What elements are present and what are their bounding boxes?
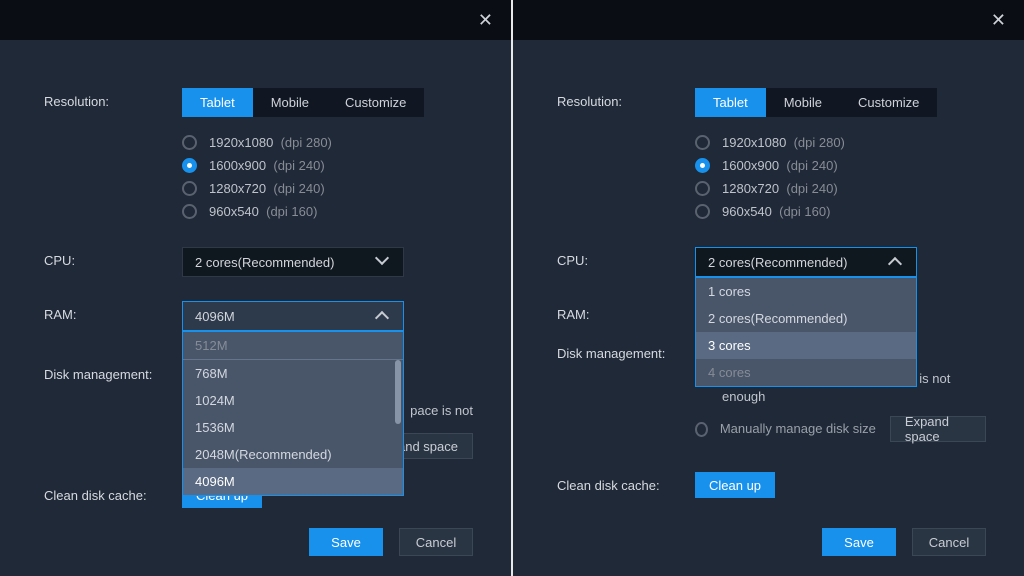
resolution-option[interactable]: 1600x900 (dpi 240) (695, 158, 986, 173)
settings-panel-left: ✕ Resolution: Tablet Mobile Customize 19… (0, 0, 511, 576)
dropdown-option[interactable]: 3 cores (696, 332, 916, 359)
tab-mobile[interactable]: Mobile (253, 88, 327, 117)
cpu-selected-value: 2 cores(Recommended) (195, 255, 334, 270)
dropdown-option[interactable]: 4096M (183, 468, 403, 495)
cleanup-button[interactable]: Clean up (695, 472, 775, 498)
tab-tablet[interactable]: Tablet (695, 88, 766, 117)
resolution-option[interactable]: 1920x1080 (dpi 280) (695, 135, 986, 150)
dropdown-option[interactable]: 2 cores(Recommended) (696, 305, 916, 332)
settings-panel-right: ✕ Resolution: Tablet Mobile Customize 19… (513, 0, 1024, 576)
dropdown-option[interactable]: 768M (183, 360, 403, 387)
close-icon[interactable]: ✕ (991, 11, 1006, 29)
tab-customize[interactable]: Customize (327, 88, 424, 117)
disk-manual-text: Manually manage disk size (720, 420, 890, 438)
resolution-option[interactable]: 960x540 (dpi 160) (695, 204, 986, 219)
cpu-selected-value: 2 cores(Recommended) (708, 255, 847, 270)
expand-space-button[interactable]: Expand space (890, 416, 986, 442)
dropdown-option[interactable]: 1 cores (696, 278, 916, 305)
save-button[interactable]: Save (822, 528, 896, 556)
chevron-down-icon (377, 255, 391, 269)
cpu-select[interactable]: 2 cores(Recommended) (182, 247, 404, 277)
tab-mobile[interactable]: Mobile (766, 88, 840, 117)
dropdown-option[interactable]: 1536M (183, 414, 403, 441)
save-button[interactable]: Save (309, 528, 383, 556)
resolution-option[interactable]: 1920x1080 (dpi 280) (182, 135, 473, 150)
resolution-tabs: Tablet Mobile Customize (695, 88, 937, 117)
cpu-label: CPU: (557, 247, 695, 277)
scrollbar[interactable] (395, 360, 401, 424)
cpu-label: CPU: (44, 247, 182, 277)
dropdown-option[interactable]: 2048M(Recommended) (183, 441, 403, 468)
cache-label: Clean disk cache: (557, 472, 695, 498)
tab-customize[interactable]: Customize (840, 88, 937, 117)
cpu-select[interactable]: 2 cores(Recommended) (695, 247, 917, 277)
resolution-tabs: Tablet Mobile Customize (182, 88, 424, 117)
dropdown-option[interactable]: 512M (183, 332, 403, 360)
resolution-option[interactable]: 960x540 (dpi 160) (182, 204, 473, 219)
titlebar: ✕ (0, 0, 511, 40)
ram-select[interactable]: 4096M (182, 301, 404, 331)
resolution-label: Resolution: (44, 88, 182, 227)
resolution-option[interactable]: 1280x720 (dpi 240) (182, 181, 473, 196)
resolution-label: Resolution: (557, 88, 695, 227)
ram-dropdown: 512M 768M 1024M 1536M 2048M(Recommended)… (182, 331, 404, 496)
disk-manual-option[interactable]: Manually manage disk size Expand space (695, 416, 986, 442)
cache-label: Clean disk cache: (44, 482, 182, 508)
resolution-option[interactable]: 1280x720 (dpi 240) (695, 181, 986, 196)
close-icon[interactable]: ✕ (478, 11, 493, 29)
chevron-up-icon (890, 255, 904, 269)
dropdown-option[interactable]: 4 cores (696, 359, 916, 386)
chevron-up-icon (377, 309, 391, 323)
cpu-dropdown: 1 cores 2 cores(Recommended) 3 cores 4 c… (695, 277, 917, 387)
disk-label: Disk management: (44, 361, 182, 382)
disk-label: Disk management: (557, 340, 695, 452)
cancel-button[interactable]: Cancel (399, 528, 473, 556)
disk-text-fragment: pace is not (410, 403, 473, 418)
resolution-options: 1920x1080 (dpi 280) 1600x900 (dpi 240) 1… (695, 135, 986, 219)
titlebar: ✕ (513, 0, 1024, 40)
resolution-options: 1920x1080 (dpi 280) 1600x900 (dpi 240) 1… (182, 135, 473, 219)
ram-selected-value: 4096M (195, 309, 235, 324)
resolution-option[interactable]: 1600x900 (dpi 240) (182, 158, 473, 173)
ram-label: RAM: (44, 301, 182, 331)
ram-label: RAM: (557, 301, 695, 322)
cancel-button[interactable]: Cancel (912, 528, 986, 556)
tab-tablet[interactable]: Tablet (182, 88, 253, 117)
dropdown-option[interactable]: 1024M (183, 387, 403, 414)
